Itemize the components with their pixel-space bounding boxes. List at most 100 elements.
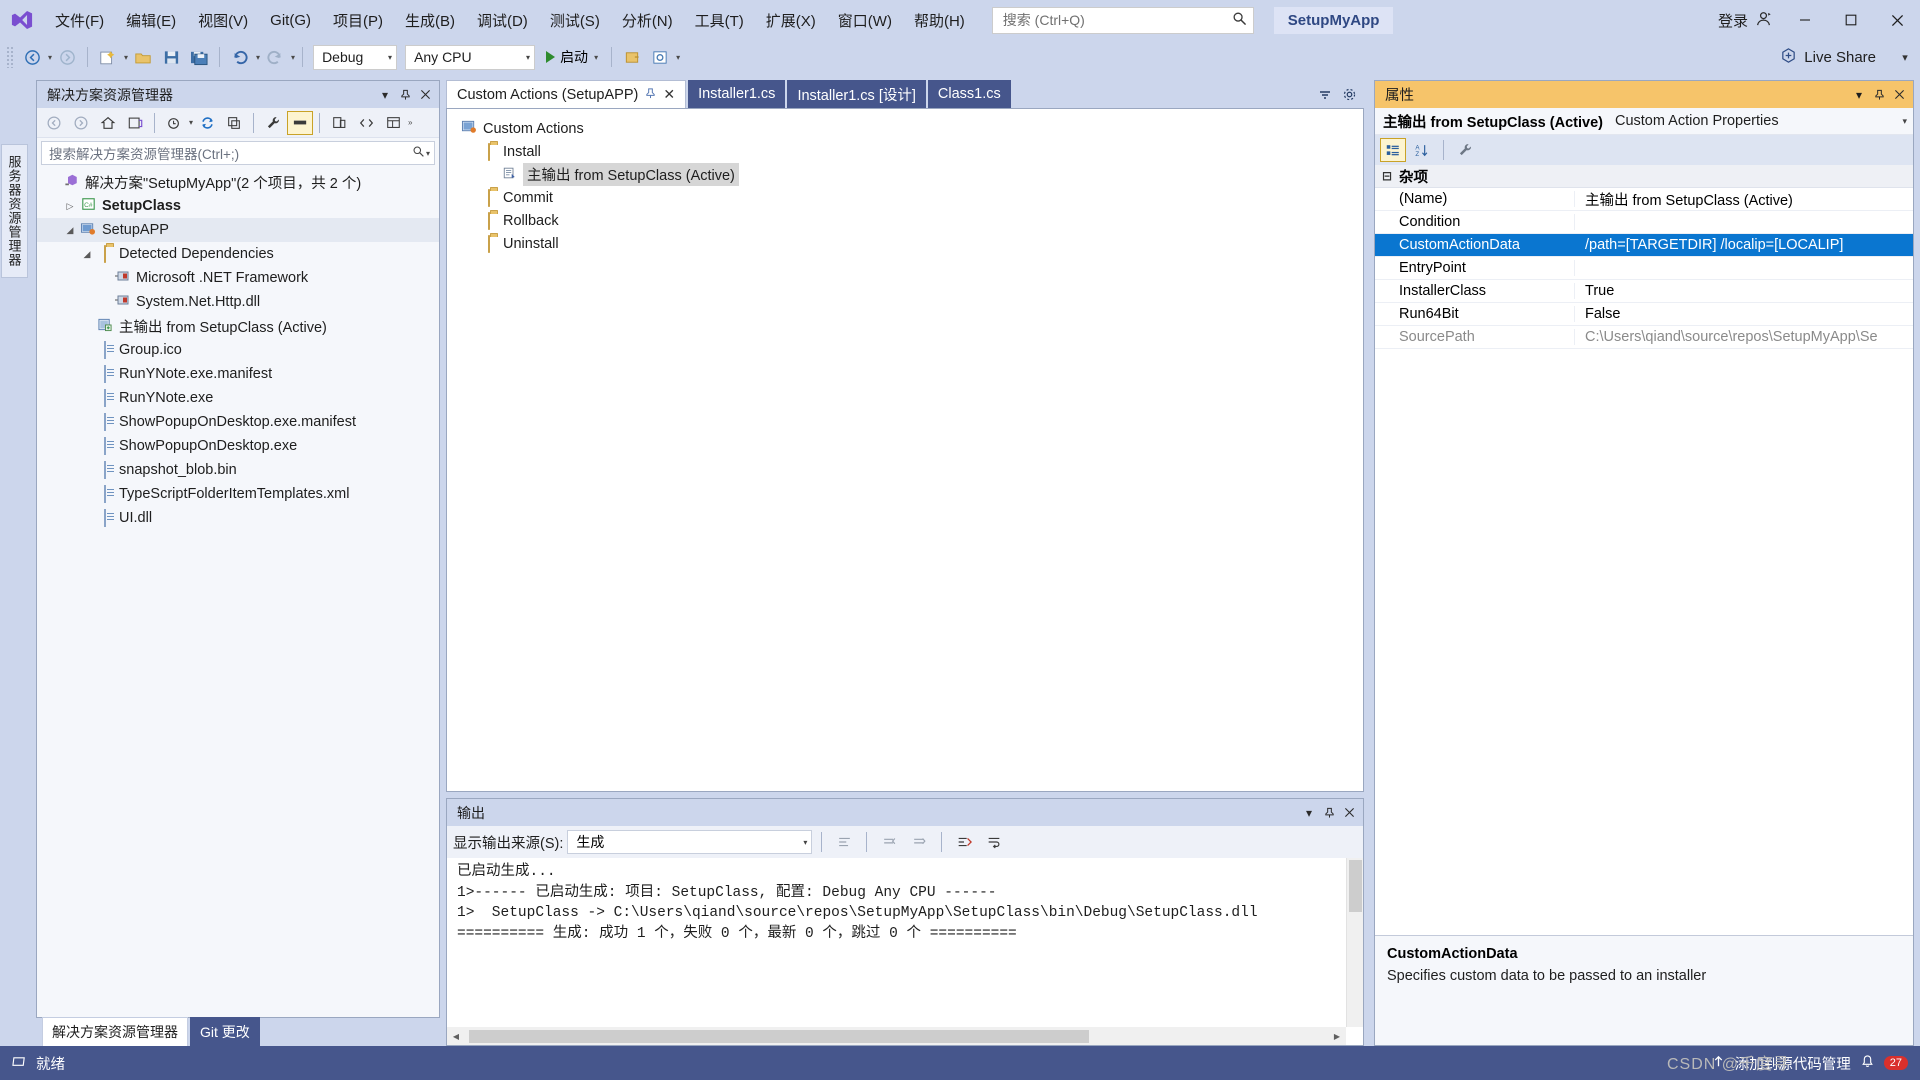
pin-icon[interactable]: [645, 88, 656, 102]
solution-tree-row[interactable]: System.Net.Http.dll: [37, 290, 439, 314]
custom-action-node[interactable]: Commit: [455, 186, 1363, 209]
search-input[interactable]: 搜索 (Ctrl+Q): [992, 7, 1254, 34]
tab-git-changes[interactable]: Git 更改: [190, 1017, 260, 1046]
refresh-icon[interactable]: [194, 111, 220, 135]
solution-explorer-search-input[interactable]: 搜索解决方案资源管理器(Ctrl+;) ▾: [41, 141, 435, 165]
property-value[interactable]: False: [1575, 306, 1913, 322]
scroll-left-icon[interactable]: ◀: [447, 1027, 465, 1045]
scroll-thumb[interactable]: [1349, 860, 1362, 912]
save-button[interactable]: [158, 43, 184, 71]
forward-icon[interactable]: [68, 111, 94, 135]
output-text-area[interactable]: 已启动生成...1>------ 已启动生成: 项目: SetupClass, …: [447, 858, 1363, 1045]
close-icon[interactable]: ✕: [663, 86, 675, 103]
categorized-view-icon[interactable]: [1380, 138, 1406, 162]
properties-wrench-icon[interactable]: [260, 111, 286, 135]
solution-tree-row[interactable]: ◢SetupAPP: [37, 218, 439, 242]
pin-icon[interactable]: [1869, 84, 1889, 106]
sidebar-item-server-explorer[interactable]: 服务器资源管理器: [1, 144, 28, 278]
tab-custom-actions[interactable]: Custom Actions (SetupAPP) ✕: [446, 80, 686, 108]
menu-window[interactable]: 窗口(W): [827, 0, 903, 40]
solution-tree-row[interactable]: ShowPopupOnDesktop.exe.manifest: [37, 410, 439, 434]
show-all-files-icon[interactable]: [287, 111, 313, 135]
solution-tree-row[interactable]: Microsoft .NET Framework: [37, 266, 439, 290]
go-to-previous-message-icon[interactable]: [876, 828, 902, 856]
clear-all-icon[interactable]: [951, 828, 977, 856]
view-designer-icon[interactable]: [326, 111, 352, 135]
solution-platform-combo[interactable]: Any CPU ▾: [405, 45, 535, 70]
toggle-word-wrap-icon[interactable]: [981, 828, 1007, 856]
active-files-dropdown-icon[interactable]: [1314, 82, 1336, 106]
window-close-button[interactable]: [1874, 0, 1920, 40]
solution-tree-row[interactable]: snapshot_blob.bin: [37, 458, 439, 482]
menu-edit[interactable]: 编辑(E): [115, 0, 187, 40]
chevron-down-icon[interactable]: ▾: [1902, 116, 1907, 127]
solution-configuration-combo[interactable]: Debug ▾: [313, 45, 397, 70]
navigate-forward-button[interactable]: [54, 43, 80, 71]
solution-tree-row[interactable]: ◢Detected Dependencies: [37, 242, 439, 266]
pending-changes-filter-icon[interactable]: [122, 111, 148, 135]
window-minimize-button[interactable]: [1782, 0, 1828, 40]
solution-tree-row[interactable]: TypeScriptFolderItemTemplates.xml: [37, 482, 439, 506]
go-to-next-message-icon[interactable]: [906, 828, 932, 856]
tab-solution-explorer[interactable]: 解决方案资源管理器: [42, 1017, 188, 1046]
start-debug-button[interactable]: 启动 ▾: [540, 43, 604, 71]
solution-tree-row[interactable]: ShowPopupOnDesktop.exe: [37, 434, 439, 458]
menu-debug[interactable]: 调试(D): [466, 0, 539, 40]
new-project-dropdown-icon[interactable]: ▾: [124, 53, 128, 62]
property-row[interactable]: Condition: [1375, 211, 1913, 234]
toolbar-overflow-icon[interactable]: ▾: [676, 53, 680, 62]
pane-dropdown-icon[interactable]: ▾: [375, 84, 395, 106]
output-horizontal-scrollbar[interactable]: ◀ ▶: [447, 1027, 1346, 1045]
attach-process-button[interactable]: [619, 43, 645, 71]
solution-tree-row[interactable]: Group.ico: [37, 338, 439, 362]
property-row[interactable]: Run64BitFalse: [1375, 303, 1913, 326]
solution-tree-row[interactable]: ▷C#SetupClass: [37, 194, 439, 218]
solution-tree-row[interactable]: RunYNote.exe: [37, 386, 439, 410]
output-vertical-scrollbar[interactable]: [1346, 858, 1363, 1027]
property-value[interactable]: True: [1575, 283, 1913, 299]
undo-dropdown-icon[interactable]: ▾: [256, 53, 260, 62]
menu-build[interactable]: 生成(B): [394, 0, 466, 40]
collapse-all-icon[interactable]: [221, 111, 247, 135]
solution-tree-row[interactable]: 主输出 from SetupClass (Active): [37, 314, 439, 338]
solution-tree-row[interactable]: RunYNote.exe.manifest: [37, 362, 439, 386]
menu-test[interactable]: 测试(S): [539, 0, 611, 40]
window-maximize-button[interactable]: [1828, 0, 1874, 40]
source-control-upload-icon[interactable]: [1711, 1054, 1726, 1073]
navigate-backward-dropdown-icon[interactable]: ▾: [48, 53, 52, 62]
close-icon[interactable]: [1889, 84, 1909, 106]
property-value[interactable]: /path=[TARGETDIR] /localip=[LOCALIP]: [1575, 237, 1913, 253]
signin-button[interactable]: 登录: [1708, 10, 1782, 31]
find-message-icon[interactable]: [831, 828, 857, 856]
project-name-chip[interactable]: SetupMyApp: [1274, 7, 1394, 34]
preview-changes-button[interactable]: [647, 43, 673, 71]
property-row[interactable]: EntryPoint: [1375, 257, 1913, 280]
tab-class1-cs[interactable]: Class1.cs: [928, 80, 1011, 108]
menu-analyze[interactable]: 分析(N): [611, 0, 684, 40]
pane-dropdown-icon[interactable]: ▾: [1849, 84, 1869, 106]
property-category-row[interactable]: ⊟杂项: [1375, 165, 1913, 188]
scroll-right-icon[interactable]: ▶: [1328, 1027, 1346, 1045]
properties-object-selector[interactable]: 主输出 from SetupClass (Active) Custom Acti…: [1375, 108, 1913, 135]
custom-action-node[interactable]: Uninstall: [455, 232, 1363, 255]
custom-action-node[interactable]: 主输出 from SetupClass (Active): [455, 163, 1363, 186]
menu-tools[interactable]: 工具(T): [684, 0, 755, 40]
chevron-down-icon[interactable]: ▾: [189, 118, 193, 127]
property-row[interactable]: (Name)主输出 from SetupClass (Active): [1375, 188, 1913, 211]
back-icon[interactable]: [41, 111, 67, 135]
pending-changes-icon[interactable]: [161, 111, 187, 135]
property-row[interactable]: SourcePathC:\Users\qiand\source\repos\Se…: [1375, 326, 1913, 349]
pin-icon[interactable]: [1319, 802, 1339, 824]
home-icon[interactable]: [95, 111, 121, 135]
menu-project[interactable]: 项目(P): [322, 0, 394, 40]
solution-tree-row[interactable]: 解决方案"SetupMyApp"(2 个项目，共 2 个): [37, 170, 439, 194]
expander-icon[interactable]: ◢: [79, 249, 95, 260]
live-share-button[interactable]: Live Share: [1768, 47, 1888, 68]
menu-extensions[interactable]: 扩展(X): [755, 0, 827, 40]
property-value[interactable]: C:\Users\qiand\source\repos\SetupMyApp\S…: [1575, 329, 1913, 345]
undo-button[interactable]: [227, 43, 253, 71]
menu-view[interactable]: 视图(V): [187, 0, 259, 40]
expander-icon[interactable]: ▷: [62, 201, 78, 212]
properties-grid[interactable]: ⊟杂项(Name)主输出 from SetupClass (Active)Con…: [1375, 165, 1913, 935]
tab-installer1-cs-design[interactable]: Installer1.cs [设计]: [787, 80, 925, 108]
